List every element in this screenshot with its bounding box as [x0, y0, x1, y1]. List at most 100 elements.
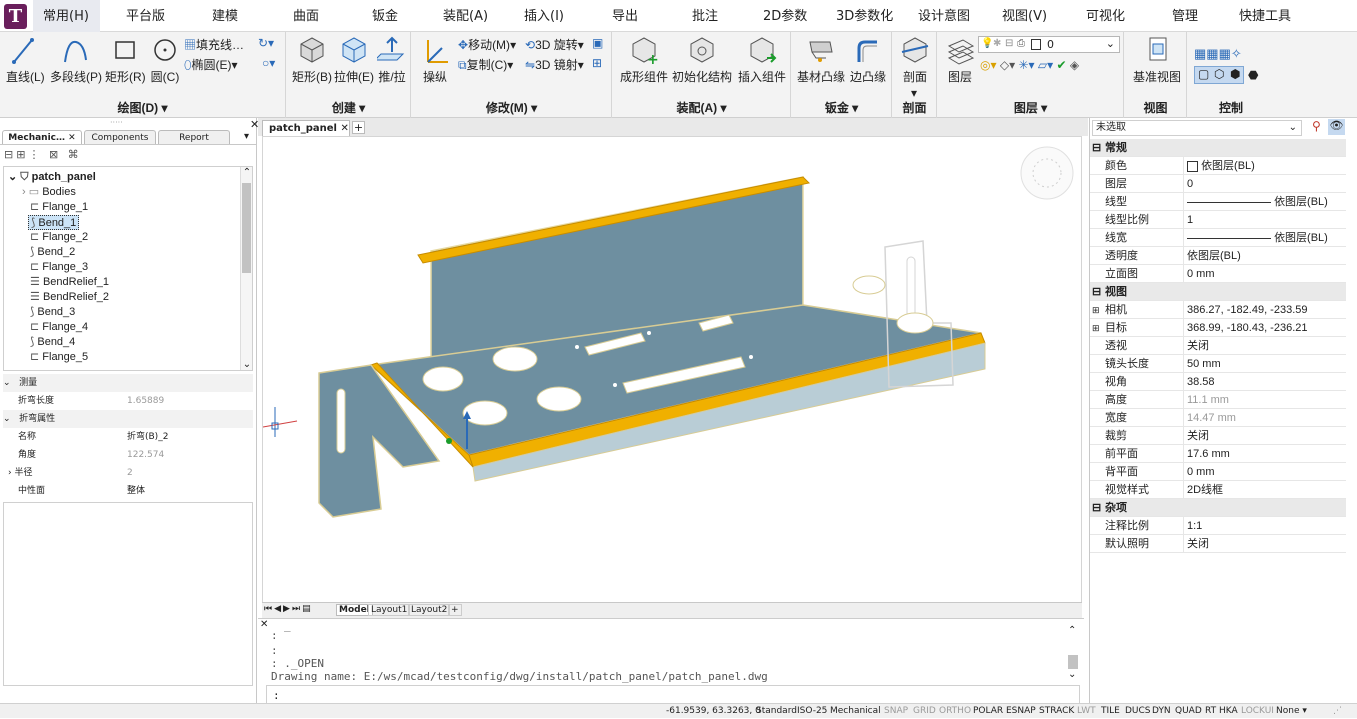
- menu-view[interactable]: 视图(V): [1002, 0, 1047, 32]
- prop-layer[interactable]: 图层 0: [1090, 175, 1346, 193]
- sheetmetal-title[interactable]: 钣金 ▾: [792, 99, 891, 116]
- navigation-wheel[interactable]: [1020, 146, 1074, 200]
- rotate3d-button[interactable]: ⟲3D 旋转▾: [525, 36, 584, 53]
- layers-title[interactable]: 图层 ▾: [938, 99, 1123, 116]
- menu-export[interactable]: 导出: [612, 0, 638, 32]
- grip-handle[interactable]: ·····: [110, 118, 123, 127]
- category-general[interactable]: ⊟ 常规: [1090, 139, 1346, 157]
- menu-manage[interactable]: 管理: [1172, 0, 1198, 32]
- tree-item-bend-4[interactable]: ⟆ Bend_4: [30, 335, 75, 350]
- init-structure-button[interactable]: 初始化结构: [672, 34, 732, 85]
- expand-icon[interactable]: ⊞: [1092, 319, 1100, 337]
- menu-2d-params[interactable]: 2D参数: [763, 0, 807, 32]
- bend-props-section[interactable]: ⌄ 折弯属性: [3, 410, 253, 428]
- visibility-icon[interactable]: 👁: [1328, 119, 1345, 135]
- layer-button[interactable]: 图层: [942, 34, 978, 85]
- status-ducs[interactable]: DUCS: [1125, 704, 1151, 719]
- prop-front-plane[interactable]: 前平面 17.6 mm: [1090, 445, 1346, 463]
- status-polar[interactable]: POLAR: [973, 704, 1003, 719]
- 3d-viewport[interactable]: [262, 136, 1082, 603]
- prop-width[interactable]: 宽度 14.47 mm: [1090, 409, 1346, 427]
- prop-fov[interactable]: 视角 38.58: [1090, 373, 1346, 391]
- scroll-thumb[interactable]: [242, 183, 251, 273]
- visual-style-buttons[interactable]: ▢ ⬡ ⬢: [1194, 66, 1244, 84]
- menu-insert[interactable]: 插入(I): [524, 0, 564, 32]
- tab-mechanical[interactable]: Mechanic… ✕: [2, 130, 82, 144]
- scroll-thumb[interactable]: [1068, 655, 1078, 669]
- category-misc[interactable]: ⊟ 杂项: [1090, 499, 1346, 517]
- status-ortho[interactable]: ORTHO: [939, 704, 971, 719]
- prop-annotation-scale[interactable]: 注释比例 1:1: [1090, 517, 1346, 535]
- tree-item-bendrelief-1[interactable]: ☰ BendRelief_1: [30, 275, 109, 290]
- radius-row[interactable]: › 半径: [8, 464, 33, 482]
- grip-point[interactable]: [446, 438, 452, 444]
- prop-height[interactable]: 高度 11.1 mm: [1090, 391, 1346, 409]
- close-icon[interactable]: ✕: [260, 619, 268, 630]
- prop-default-lighting[interactable]: 默认照明 关闭: [1090, 535, 1346, 553]
- status-standard[interactable]: Standard: [756, 704, 797, 719]
- doc-tab-patch-panel[interactable]: patch_panel ✕: [262, 120, 350, 136]
- menu-modeling[interactable]: 建模: [212, 0, 238, 32]
- create-title[interactable]: 创建 ▾: [287, 99, 410, 116]
- prop-perspective[interactable]: 透视 关闭: [1090, 337, 1346, 355]
- name-value[interactable]: 折弯(B)_2: [127, 428, 168, 446]
- grid-button[interactable]: ⊞: [592, 56, 602, 70]
- tree-item-flange-2[interactable]: ⊏ Flange_2: [30, 230, 88, 245]
- menu-surface[interactable]: 曲面: [293, 0, 319, 32]
- menu-annotate[interactable]: 批注: [692, 0, 718, 32]
- scroll-up-icon[interactable]: ⌃: [1068, 625, 1076, 636]
- ellipse-button[interactable]: ⬯椭圆(E)▾: [184, 56, 238, 73]
- prop-transparency[interactable]: 透明度 依图层(BL): [1090, 247, 1346, 265]
- status-quad[interactable]: QUAD: [1175, 704, 1202, 719]
- tree-item-bend-1[interactable]: ⟆ Bend_1: [28, 215, 80, 230]
- tab-layout2[interactable]: Layout2: [408, 604, 451, 616]
- menu-platform[interactable]: 平台版: [126, 0, 165, 32]
- status-strack[interactable]: STRACK: [1039, 704, 1074, 719]
- tab-components[interactable]: Components: [84, 130, 156, 144]
- app-logo[interactable]: T: [4, 4, 27, 29]
- add-layout-button[interactable]: +: [448, 604, 462, 616]
- tree-item-bendrelief-2[interactable]: ☰ BendRelief_2: [30, 290, 109, 305]
- layout-nav-icons[interactable]: ⏮◀▶⏭▤: [264, 604, 313, 614]
- status-grid[interactable]: GRID: [913, 704, 936, 719]
- line-button[interactable]: 直线(L): [6, 34, 45, 85]
- prop-target[interactable]: ⊞ 目标 368.99, -180.43, -236.21: [1090, 319, 1346, 337]
- layer-select[interactable]: 💡 ✱ ⊟ ⎙ 0 ⌄: [978, 36, 1120, 53]
- browser-toolbar[interactable]: ⊟⊞⋮ ⊠ ⌘: [4, 148, 82, 161]
- prop-linetype[interactable]: 线型 依图层(BL): [1090, 193, 1346, 211]
- scroll-up-icon[interactable]: ⌃: [241, 167, 253, 178]
- cmd-scrollbar[interactable]: ⌃ ⌄: [1066, 625, 1080, 681]
- tree-item-bend-3[interactable]: ⟆ Bend_3: [30, 305, 75, 320]
- prop-color[interactable]: 颜色 依图层(BL): [1090, 157, 1346, 175]
- status-tile[interactable]: TILE: [1101, 704, 1120, 719]
- tab-report[interactable]: Report: [158, 130, 230, 144]
- cmd-input[interactable]: :: [266, 685, 1080, 705]
- tree-item-flange-3[interactable]: ⊏ Flange_3: [30, 260, 88, 275]
- menu-design-intent[interactable]: 设计意图: [918, 0, 970, 32]
- neutral-value[interactable]: 整体: [127, 482, 145, 500]
- extrude-button[interactable]: 拉伸(E): [334, 34, 374, 85]
- section-button[interactable]: 剖面: [897, 34, 933, 85]
- prop-elevation[interactable]: 立面图 0 mm: [1090, 265, 1346, 283]
- selection-dropdown[interactable]: 未选取 ⌄: [1092, 120, 1302, 136]
- mirror3d-button[interactable]: ⇋3D 镜射▾: [525, 56, 584, 73]
- insert-component-button[interactable]: 插入组件: [737, 34, 787, 85]
- pushpull-button[interactable]: 推/拉: [375, 34, 409, 85]
- status-rt[interactable]: RT: [1205, 704, 1216, 719]
- base-view-button[interactable]: 基准视图: [1129, 34, 1185, 85]
- status-lwt[interactable]: LWT: [1077, 704, 1096, 719]
- menu-sheetmetal[interactable]: 钣金: [372, 0, 398, 32]
- prop-ltscale[interactable]: 线型比例 1: [1090, 211, 1346, 229]
- tree-root[interactable]: ⌄ ⛉ patch_panel: [8, 170, 96, 185]
- tree-item-bend-2[interactable]: ⟆ Bend_2: [30, 245, 75, 260]
- status-snap[interactable]: SNAP: [884, 704, 908, 719]
- polyline-button[interactable]: 多段线(P): [50, 34, 102, 85]
- tab-layout1[interactable]: Layout1: [368, 604, 411, 616]
- prop-clipping[interactable]: 裁剪 关闭: [1090, 427, 1346, 445]
- category-view[interactable]: ⊟ 视图: [1090, 283, 1346, 301]
- tree-item-flange-4[interactable]: ⊏ Flange_4: [30, 320, 88, 335]
- manipulate-button[interactable]: 操纵: [420, 34, 450, 85]
- prop-visual-style[interactable]: 视觉样式 2D线框: [1090, 481, 1346, 499]
- copy-button[interactable]: ⧉复制(C)▾: [458, 56, 513, 73]
- box-button[interactable]: 矩形(B): [292, 34, 332, 85]
